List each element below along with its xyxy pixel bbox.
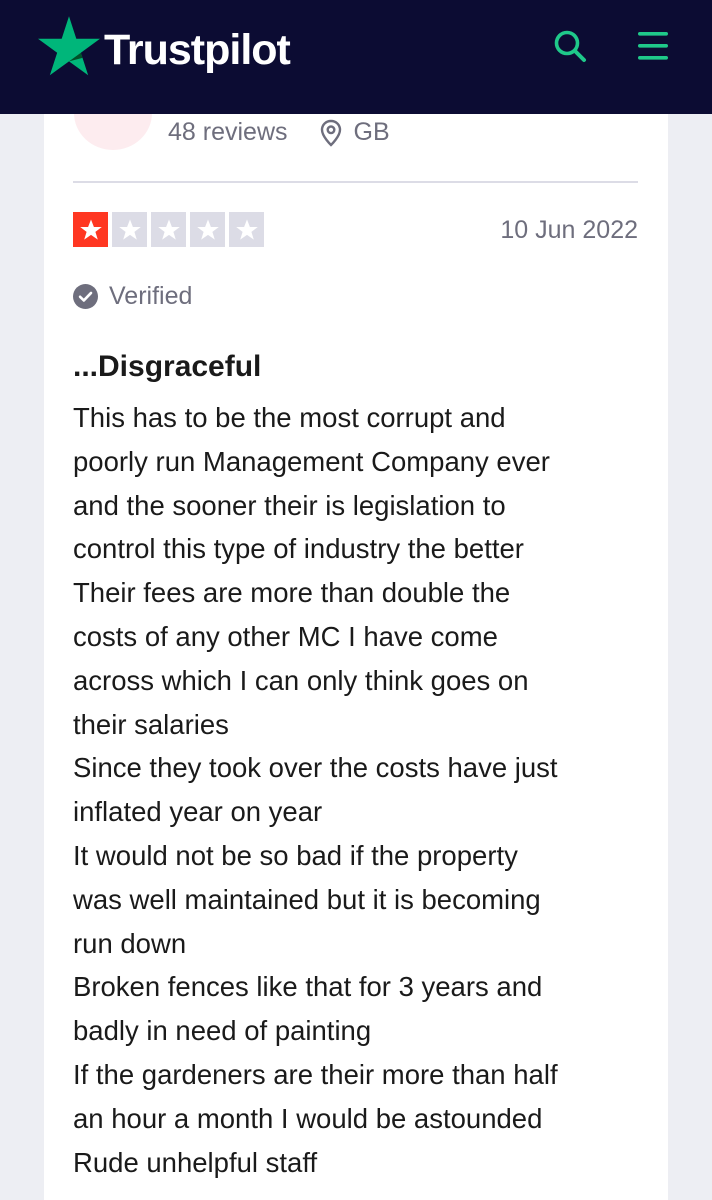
review-text-line: If the gardeners are their more than hal…: [73, 1058, 558, 1090]
star-logo-icon: [38, 16, 100, 76]
review-text-line: control this type of industry the better: [73, 533, 524, 565]
review-text-line: was well maintained but it is becoming: [73, 883, 541, 915]
rating-star: [151, 212, 186, 247]
trustpilot-logo[interactable]: Trustpilot: [38, 16, 291, 76]
star-icon: [157, 219, 180, 240]
star-icon: [118, 219, 141, 240]
review-text-line: and the sooner their is legislation to: [73, 489, 506, 521]
review-date: 10 Jun 2022: [500, 216, 638, 244]
review-count: 48 reviews: [168, 118, 288, 146]
star-icon: [196, 219, 219, 240]
review-body: This has to be the most corrupt and poorl…: [73, 396, 653, 1184]
star-icon: [79, 219, 102, 240]
reviewer-meta: 48 reviews GB: [168, 118, 390, 147]
review-text-line: their salaries: [73, 708, 229, 740]
review-text-line: poorly run Management Company ever: [73, 445, 550, 477]
brand-name: Trustpilot: [104, 25, 291, 74]
review-text-line: costs of any other MC I have come: [73, 620, 498, 652]
review-text-line: Broken fences like that for 3 years and: [73, 971, 543, 1003]
verified-check-icon: [73, 284, 98, 309]
review-text-line: Since they took over the costs have just: [73, 752, 558, 784]
review-text-line: Rude unhelpful staff: [73, 1146, 318, 1178]
review-text-line: badly in need of painting: [73, 1015, 372, 1047]
review-text-line: It would not be so bad if the property: [73, 839, 518, 871]
location-pin-icon: [320, 119, 341, 147]
star-icon: [235, 219, 258, 240]
review-text-line: run down: [73, 927, 187, 959]
verified-label: Verified: [109, 282, 193, 310]
review-text-line: an hour a month I would be astounded: [73, 1102, 543, 1134]
divider: [73, 181, 638, 183]
star-rating: [73, 212, 268, 247]
rating-star: [112, 212, 147, 247]
rating-star: [229, 212, 264, 247]
rating-star: [190, 212, 225, 247]
review-text-line: across which I can only think goes on: [73, 664, 529, 696]
review-text-line: This has to be the most corrupt and: [73, 402, 506, 433]
search-icon[interactable]: [552, 28, 588, 64]
menu-icon[interactable]: [636, 30, 670, 62]
review-card: RC 48 reviews GB 10 Jun 2022 Verified ..…: [44, 0, 668, 1200]
review-text-line: inflated year on year: [73, 796, 323, 828]
verified-badge: Verified: [73, 282, 192, 311]
rating-star: [73, 212, 108, 247]
top-navbar: Trustpilot: [0, 0, 712, 114]
reviewer-location: GB: [353, 118, 390, 146]
review-text-line: Their fees are more than double the: [73, 577, 511, 609]
review-title[interactable]: ...Disgraceful: [73, 350, 261, 384]
